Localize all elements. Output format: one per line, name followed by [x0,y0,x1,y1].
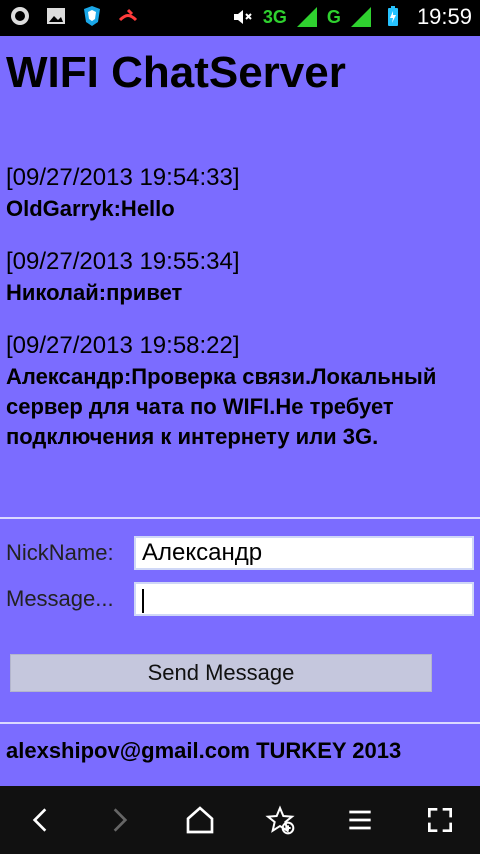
message-item: [09/27/2013 19:54:33] OldGarryk:Hello [6,162,466,224]
android-debug-icon [8,4,32,28]
status-left [8,4,140,28]
signal-icon-1 [295,5,319,29]
message-time: [09/27/2013 19:58:22] [6,332,240,359]
shield-icon [80,4,104,28]
home-button[interactable] [168,788,232,852]
back-icon [32,808,47,832]
battery-icon [381,5,405,29]
message-row: Message... [6,580,474,618]
menu-icon [349,810,371,830]
image-icon [44,4,68,28]
message-item: [09/27/2013 19:55:34] Николай:привет [6,246,466,308]
fullscreen-button[interactable] [408,788,472,852]
back-button[interactable] [8,788,72,852]
message-time: [09/27/2013 19:55:34] [6,248,240,275]
signal-icon-2 [349,5,373,29]
fullscreen-icon [428,808,452,832]
app-title: WIFI ChatServer [6,48,346,97]
message-list: [09/27/2013 19:54:33] OldGarryk:Hello [0… [6,162,466,474]
missed-call-icon [116,4,140,28]
network-3g: 3G [262,6,287,27]
text-caret [142,588,144,613]
nickname-input[interactable] [134,536,474,570]
forward-icon [113,808,128,832]
message-input[interactable] [134,582,474,616]
divider-top [0,517,480,519]
home-icon [186,806,214,834]
message-label: Message... [6,586,114,611]
forward-button[interactable] [88,788,152,852]
menu-button[interactable] [328,788,392,852]
send-message-button[interactable]: Send Message [10,654,432,692]
status-bar: 3G G 19:59 [0,0,480,36]
nickname-label: NickName: [6,540,114,565]
message-item: [09/27/2013 19:58:22] Александр:Проверка… [6,330,466,452]
divider-bottom [0,722,480,724]
network-g: G [326,6,341,27]
footer-text: alexshipov@gmail.com TURKEY 2013 [6,738,402,763]
favorite-add-icon [265,805,295,835]
message-text: OldGarryk:Hello [6,196,175,221]
navigation-bar [0,786,480,854]
nickname-row: NickName: [6,534,474,572]
message-text: Александр:Проверка связи.Локальный серве… [6,364,437,449]
mute-icon [231,5,255,29]
message-text: Николай:привет [6,280,183,305]
favorite-add-button[interactable] [248,788,312,852]
chat-form: NickName: Message... [6,534,474,626]
message-time: [09/27/2013 19:54:33] [6,164,240,191]
status-right: 3G G 19:59 [231,4,472,30]
status-time: 19:59 [416,4,472,29]
